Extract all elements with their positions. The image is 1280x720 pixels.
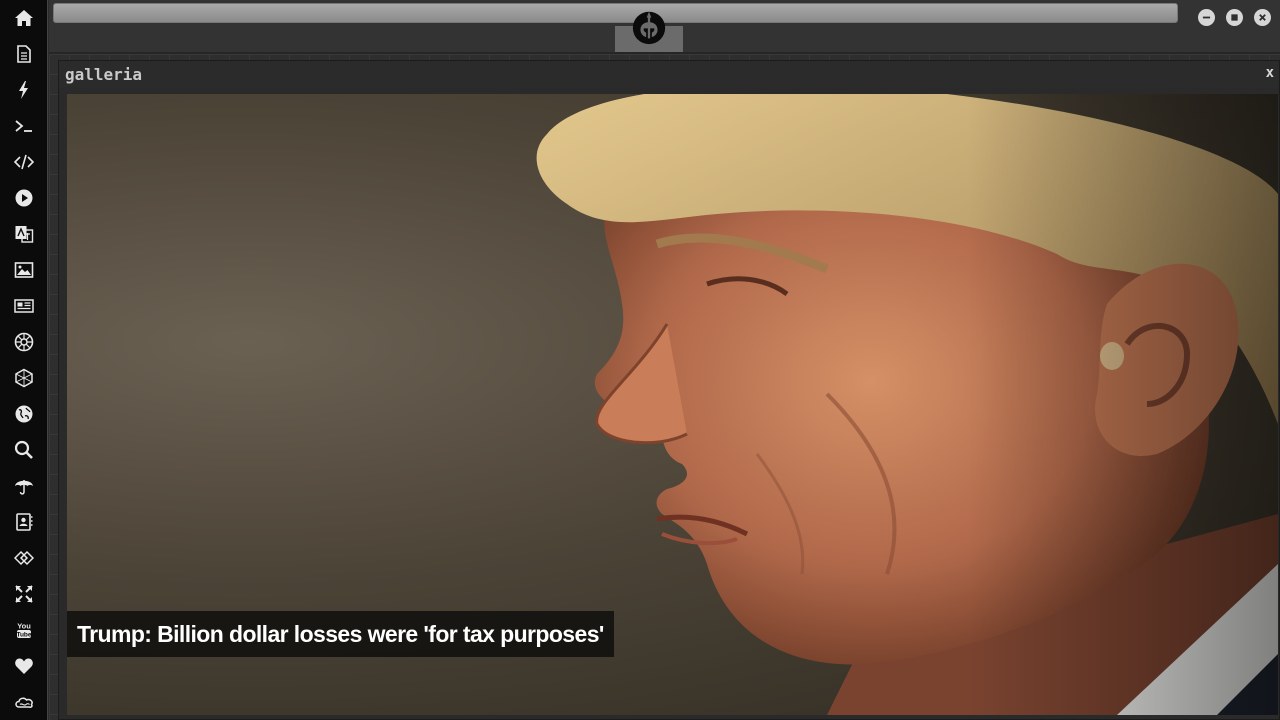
photo-caption: Trump: Billion dollar losses were 'for t… (67, 611, 614, 657)
youtube-icon: YouTube (16, 622, 31, 639)
gallery-photo[interactable]: Trump: Billion dollar losses were 'for t… (67, 94, 1278, 715)
empire-icon (14, 332, 34, 352)
minimize-button[interactable] (1198, 9, 1215, 26)
sidebar-item-favorites[interactable] (0, 648, 48, 684)
address-bar[interactable] (53, 3, 1178, 23)
minimize-icon (1202, 16, 1211, 19)
umbrella-icon (15, 480, 33, 495)
maximize-icon (1231, 14, 1238, 21)
close-icon (1259, 14, 1266, 21)
rebel-alliance-icon (632, 11, 666, 45)
maximize-button[interactable] (1226, 9, 1243, 26)
sidebar-item-youtube[interactable]: You Tube (0, 612, 48, 648)
window-titlebar[interactable]: galleria x (59, 61, 1279, 87)
sidebar-item-translate[interactable] (0, 216, 48, 252)
sidebar-item-documents[interactable] (0, 36, 48, 72)
gallery-window: galleria x Trump: Billion dollar losses … (58, 60, 1280, 720)
translate-icon (15, 226, 34, 243)
document-icon (17, 45, 31, 63)
sidebar-item-search[interactable] (0, 432, 48, 468)
sidebar-item-gallery[interactable] (0, 252, 48, 288)
home-icon (15, 10, 33, 26)
image-icon (14, 262, 34, 278)
sidebar-item-news[interactable] (0, 288, 48, 324)
sidebar-item-power[interactable] (0, 72, 48, 108)
window-title: galleria (65, 65, 143, 84)
window-close-button[interactable]: x (1266, 65, 1274, 81)
play-icon (15, 189, 33, 207)
expand-icon (15, 585, 33, 603)
close-window-button[interactable] (1254, 9, 1271, 26)
sidebar-item-weather[interactable] (0, 468, 48, 504)
sidebar: You Tube (0, 0, 48, 720)
lightning-icon (19, 81, 28, 99)
sidebar-item-empire[interactable] (0, 324, 48, 360)
sidebar-item-terminal[interactable] (0, 108, 48, 144)
cloud-icon (15, 697, 33, 708)
search-icon (14, 440, 33, 459)
sidebar-item-code[interactable] (0, 144, 48, 180)
sidebar-item-links[interactable] (0, 540, 48, 576)
svg-text:Tube: Tube (16, 632, 31, 639)
sidebar-item-contacts[interactable] (0, 504, 48, 540)
sidebar-item-home[interactable] (0, 0, 48, 36)
sidebar-item-cloud[interactable] (0, 684, 48, 720)
hexagon-icon (15, 368, 33, 388)
code-icon (14, 154, 34, 170)
top-bar (49, 0, 1280, 54)
svg-text:You: You (17, 622, 31, 631)
sidebar-item-fullscreen[interactable] (0, 576, 48, 612)
sidebar-item-player[interactable] (0, 180, 48, 216)
globe-icon (15, 405, 33, 423)
heart-icon (15, 658, 33, 674)
contacts-icon (16, 513, 33, 531)
newspaper-icon (14, 299, 34, 313)
sidebar-item-web[interactable] (0, 396, 48, 432)
terminal-icon (15, 120, 32, 132)
link-icon (14, 550, 34, 566)
sidebar-item-network[interactable] (0, 360, 48, 396)
